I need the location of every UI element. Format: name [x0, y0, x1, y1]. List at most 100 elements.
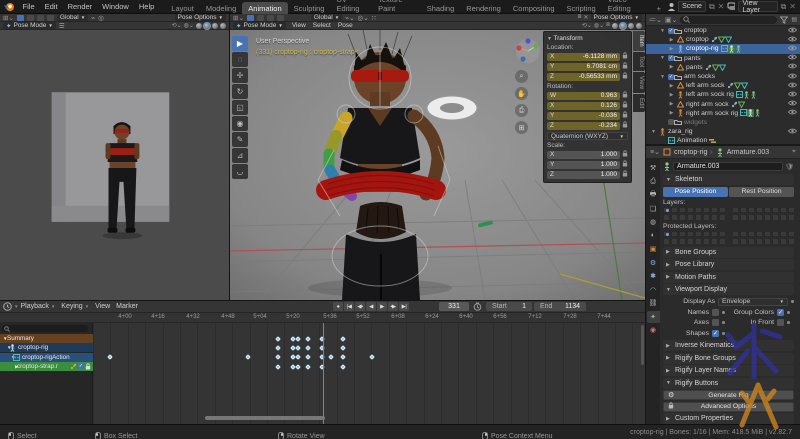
- panel-section-skeleton[interactable]: ▼Skeleton: [663, 174, 794, 185]
- record-icon[interactable]: ●: [333, 302, 343, 311]
- layer-toggle[interactable]: [740, 207, 747, 214]
- panel-section-rigify-bone-groups[interactable]: ▶Rigify Bone Groups: [663, 353, 794, 364]
- rendered-shading-icon[interactable]: [220, 23, 226, 29]
- editor-type-icon[interactable]: ≡⌄: [650, 148, 660, 156]
- select-box-tool[interactable]: ▶: [232, 36, 248, 51]
- workspace-tab-rendering[interactable]: Rendering: [460, 2, 507, 14]
- workspace-tab-shading[interactable]: Shading: [421, 2, 461, 14]
- axis-z-field[interactable]: Z1.000: [547, 171, 620, 179]
- outliner-display-mode-icon[interactable]: ≔⌄: [649, 16, 662, 24]
- layer-toggle[interactable]: [756, 207, 763, 214]
- timeline-body[interactable]: ▼ Summary ▼ croptop-rig ▼ croptop-rigAct…: [0, 323, 645, 425]
- rotation-mode-dropdown[interactable]: Quaternion (WXYZ)▼: [547, 132, 628, 140]
- layer-toggle[interactable]: [756, 238, 763, 245]
- outliner-row[interactable]: ▼ zara_rig: [646, 127, 800, 136]
- outliner-row[interactable]: ▶ right arm sock rig: [646, 109, 800, 118]
- properties-tab-tool-icon[interactable]: ⚒: [647, 162, 660, 174]
- keyframe-diamond[interactable]: [275, 364, 281, 370]
- layer-toggle[interactable]: [695, 231, 702, 238]
- pose-breakdowner-tool[interactable]: ◡: [232, 164, 248, 179]
- axis-y-field[interactable]: Y-0.036: [547, 112, 620, 120]
- outliner-item-label[interactable]: left arm sock: [686, 82, 725, 89]
- lock-icon[interactable]: [622, 121, 628, 130]
- transform-panel-title[interactable]: ▼ Transform: [547, 35, 628, 42]
- outliner-item-label[interactable]: Animation: [677, 137, 707, 144]
- end-frame-field[interactable]: End1134: [534, 302, 586, 311]
- camera-view-icon[interactable]: ⎙: [515, 104, 528, 117]
- mode-icon[interactable]: [27, 15, 34, 21]
- properties-tab-render-icon[interactable]: ⎙: [647, 176, 660, 188]
- workspace-tab-scripting[interactable]: Scripting: [561, 2, 602, 14]
- outliner-row[interactable]: ▶ right arm sock: [646, 100, 800, 109]
- select-mode-icon[interactable]: [17, 15, 24, 21]
- expand-caret[interactable]: ▼: [659, 55, 666, 61]
- material-shading-icon[interactable]: [212, 23, 218, 29]
- lock-icon[interactable]: [622, 150, 628, 159]
- animate-dot-icon[interactable]: [722, 321, 725, 324]
- outliner-item-label[interactable]: left arm sock rig: [686, 91, 734, 98]
- layer-toggle[interactable]: [788, 207, 795, 214]
- layer-toggle[interactable]: [719, 207, 726, 214]
- animate-dot-icon[interactable]: [722, 311, 725, 314]
- menu-render[interactable]: Render: [63, 2, 98, 11]
- advanced-options-button[interactable]: Advanced Options: [663, 402, 794, 412]
- overlays-toggle-icon[interactable]: ◍⌄: [184, 22, 194, 29]
- sidebar-tab-item[interactable]: Item: [633, 31, 645, 51]
- xray-icon[interactable]: ⧈: [606, 22, 610, 29]
- layer-toggle[interactable]: [679, 214, 686, 221]
- left-viewport-scene[interactable]: [0, 30, 229, 300]
- layer-toggle[interactable]: [663, 238, 670, 245]
- channel-search-input[interactable]: [2, 325, 88, 332]
- workspace-tab-texture-paint[interactable]: Texture Paint: [372, 0, 421, 14]
- layer-toggle[interactable]: [780, 207, 787, 214]
- animate-dot-icon[interactable]: [787, 311, 790, 314]
- menu-edit[interactable]: Edit: [40, 2, 63, 11]
- viewport-menu-select[interactable]: Select: [310, 22, 334, 29]
- timeline-horizontal-scrollbar[interactable]: [205, 416, 325, 420]
- wireframe-shading-icon[interactable]: [612, 23, 618, 29]
- play-icon[interactable]: ▶: [377, 302, 387, 311]
- layer-toggle[interactable]: [663, 214, 670, 221]
- axis-z-field[interactable]: Z-0.234: [547, 122, 620, 130]
- layer-toggle[interactable]: [671, 238, 678, 245]
- timeline-ruler[interactable]: 4+004+164+324+485+045+205+365+526+086+24…: [0, 313, 645, 323]
- copy-icon[interactable]: ⧉: [781, 2, 787, 12]
- layer-toggle[interactable]: [772, 207, 779, 214]
- menu-window[interactable]: Window: [97, 2, 134, 11]
- animate-dot-icon[interactable]: [787, 321, 790, 324]
- overlays-toggle-icon[interactable]: ◍⌄: [594, 22, 604, 29]
- outliner-item-label[interactable]: pants: [686, 64, 703, 71]
- lock-icon[interactable]: [622, 160, 628, 169]
- layer-toggle[interactable]: [732, 231, 739, 238]
- layer-toggle[interactable]: [740, 231, 747, 238]
- breadcrumb-data[interactable]: Armature.003: [727, 149, 769, 156]
- keyframe-diamond[interactable]: [340, 345, 346, 351]
- checkbox-group-colors[interactable]: ✓: [777, 309, 784, 316]
- layer-toggle[interactable]: [703, 231, 710, 238]
- axis-w-field[interactable]: W0.963: [547, 92, 620, 100]
- view-layer-field[interactable]: View Layer: [738, 1, 777, 12]
- layer-toggle[interactable]: [711, 231, 718, 238]
- jump-end-icon[interactable]: ▶|: [399, 302, 409, 311]
- datablock-name-field[interactable]: Armature.003: [673, 162, 783, 171]
- lock-icon[interactable]: [622, 91, 628, 100]
- ortho-grid-icon[interactable]: ⊞: [515, 121, 528, 134]
- layer-toggle[interactable]: [756, 214, 763, 221]
- visibility-eye-icon[interactable]: [788, 91, 797, 99]
- next-keyframe-icon[interactable]: •▶: [388, 302, 398, 311]
- layer-toggle[interactable]: [772, 231, 779, 238]
- checkbox-shapes[interactable]: ✓: [712, 330, 719, 337]
- expand-caret[interactable]: ▶: [668, 92, 675, 98]
- visibility-eye-icon[interactable]: [788, 100, 797, 108]
- panel-section-inverse-kinematics[interactable]: ▶Inverse Kinematics: [663, 340, 794, 351]
- solid-shading-icon[interactable]: [204, 23, 210, 29]
- layer-toggle[interactable]: [719, 231, 726, 238]
- layer-toggle[interactable]: [679, 238, 686, 245]
- keyframe-diamond[interactable]: [305, 364, 311, 370]
- pose-position-button[interactable]: Pose Position: [663, 187, 728, 197]
- panel-section-bone-groups[interactable]: ▶Bone Groups: [663, 247, 794, 258]
- display-as-dropdown[interactable]: Envelope▼: [718, 298, 788, 306]
- visibility-eye-icon[interactable]: [788, 73, 797, 81]
- axis-x-field[interactable]: X0.126: [547, 102, 620, 110]
- properties-tab-scene-icon[interactable]: ◍: [647, 216, 660, 228]
